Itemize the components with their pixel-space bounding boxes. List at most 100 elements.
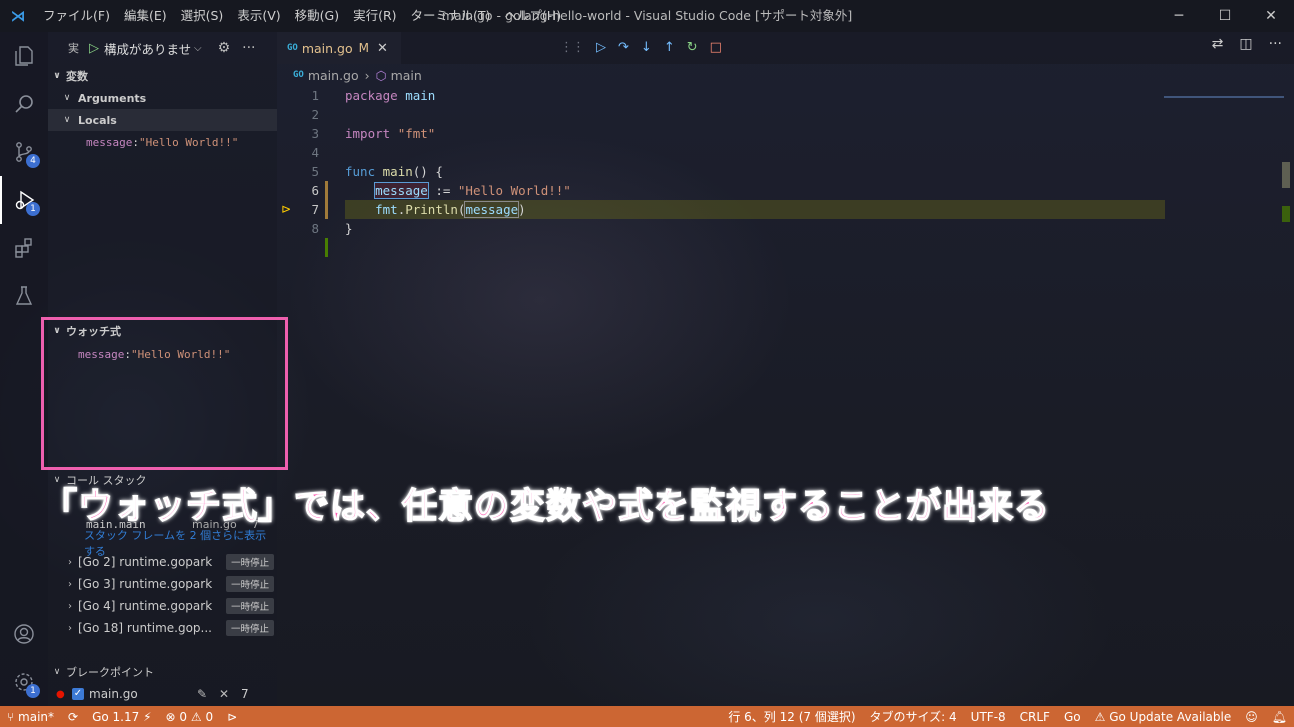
accounts-icon[interactable] [0, 610, 48, 658]
warning-icon: ⚠ [1094, 709, 1106, 724]
maximize-button[interactable]: ☐ [1202, 0, 1248, 32]
chevron-down-icon: ∨ [53, 667, 61, 677]
drag-handle-icon[interactable]: ⋮⋮ [560, 40, 585, 55]
line-number: 3 [311, 126, 319, 141]
breakpoint-item[interactable]: ● ✓ main.go ✎ ✕ 7 [48, 683, 277, 705]
go-update-item[interactable]: ⚠ Go Update Available [1088, 710, 1239, 724]
tab-size[interactable]: タブのサイズ: 4 [863, 708, 964, 725]
open-changes-icon[interactable]: ⇄ [1212, 36, 1224, 52]
menu-help[interactable]: ヘルプ(H) [497, 0, 568, 32]
continue-icon[interactable]: ▷ [596, 40, 606, 55]
debug-config-bar: 実 ▷ 構成がありませ ⌵ ⚙ ··· [48, 32, 277, 64]
goroutine-row[interactable]: › [Go 4] runtime.gopark 一時停止 [48, 595, 277, 617]
code-line[interactable]: 3 import "fmt" [277, 124, 1177, 143]
step-into-icon[interactable]: ↓ [641, 40, 652, 55]
source-control-icon[interactable]: 4 [0, 128, 48, 176]
annotation-caption: 「ウォッチ式」では、任意の変数や式を監視することが出来る [41, 486, 1051, 527]
code-line[interactable]: 1 package main [277, 86, 1177, 105]
menu-run[interactable]: 実行(R) [346, 0, 403, 32]
close-window-button[interactable]: ✕ [1248, 0, 1294, 32]
extensions-icon[interactable] [0, 224, 48, 272]
goroutine-row[interactable]: › [Go 3] runtime.gopark 一時停止 [48, 573, 277, 595]
step-over-icon[interactable]: ↷ [618, 40, 629, 55]
breadcrumb-file[interactable]: main.go [308, 68, 359, 83]
chevron-down-icon: ∨ [53, 71, 61, 81]
close-tab-icon[interactable]: ✕ [377, 41, 388, 56]
branch-item[interactable]: ⑂ main* [0, 710, 61, 724]
start-debugging-icon[interactable]: ▷ [89, 41, 99, 56]
go-file-icon: GO [287, 43, 298, 53]
function-symbol-icon: ⬡ [375, 67, 387, 83]
more-actions-icon[interactable]: ··· [1269, 36, 1282, 52]
goroutine-label: [Go 18] runtime.gop... [78, 621, 212, 635]
notifications-bell-icon[interactable]: 🔔︎ [1265, 710, 1294, 724]
code-line[interactable]: 4 [277, 143, 1177, 162]
variable-name: message [86, 135, 133, 149]
paused-badge: 一時停止 [226, 620, 275, 636]
problems-item[interactable]: ⊗ 0 ⚠ 0 [159, 710, 221, 724]
line-number: 6 [311, 183, 319, 198]
breakpoints-section-header[interactable]: ∨ ブレークポイント [48, 661, 277, 683]
variable-item[interactable]: message : "Hello World!!" [48, 131, 277, 153]
chevron-down-icon[interactable]: ⌵ [194, 43, 202, 54]
menu-terminal[interactable]: ターミナル(T) [404, 0, 498, 32]
minimap[interactable] [1164, 96, 1284, 98]
code-text: message := "Hello World!!" [374, 182, 571, 199]
minimize-button[interactable]: ─ [1156, 0, 1202, 32]
more-actions-icon[interactable]: ··· [242, 40, 255, 56]
goroutine-row[interactable]: › [Go 18] runtime.gop... 一時停止 [48, 617, 277, 639]
code-line[interactable]: 7 fmt.Println(message) [277, 200, 1177, 219]
launch-config-select[interactable]: 構成がありませ [104, 39, 192, 58]
menu-bar: ファイル(F) 編集(E) 選択(S) 表示(V) 移動(G) 実行(R) ター… [36, 0, 568, 32]
line-number: 1 [311, 88, 319, 103]
encoding[interactable]: UTF-8 [964, 710, 1013, 724]
open-launch-json-icon[interactable]: ⚙ [218, 40, 231, 56]
split-editor-icon[interactable]: ◫ [1239, 36, 1252, 52]
stop-icon[interactable]: □ [710, 40, 722, 55]
restart-icon[interactable]: ↻ [687, 40, 698, 55]
error-icon: ⊗ [165, 709, 176, 724]
sync-icon[interactable]: ⟳ [61, 710, 85, 724]
breadcrumb: GO main.go › ⬡ main [277, 64, 422, 86]
breakpoint-file: main.go [89, 687, 138, 701]
menu-selection[interactable]: 選択(S) [174, 0, 231, 32]
cursor-position[interactable]: 行 6、列 12 (7 個選択) [721, 708, 862, 725]
explorer-icon[interactable] [0, 32, 48, 80]
line-number: 7 [311, 202, 319, 217]
locals-scope[interactable]: ∨ Locals [48, 109, 277, 131]
settings-gear-icon[interactable]: 1 [0, 658, 48, 706]
warning-icon: ⚠ [190, 709, 202, 724]
remove-breakpoint-icon[interactable]: ✕ [219, 687, 241, 701]
breakpoint-enabled-checkbox[interactable]: ✓ [72, 688, 84, 700]
menu-file[interactable]: ファイル(F) [36, 0, 117, 32]
code-line[interactable]: 2 [277, 105, 1177, 124]
search-icon[interactable] [0, 80, 48, 128]
go-version-item[interactable]: Go 1.17 ⚡ [85, 710, 158, 724]
variables-section-header[interactable]: ∨ 変数 [48, 65, 277, 87]
code-line[interactable]: 6 message := "Hello World!!" [277, 181, 1177, 200]
goroutine-label: [Go 3] runtime.gopark [78, 577, 213, 591]
code-text: } [345, 221, 353, 236]
breadcrumb-symbol[interactable]: main [391, 68, 422, 83]
run-debug-icon[interactable]: 1 [0, 176, 48, 224]
arguments-scope[interactable]: ∨ Arguments [48, 87, 277, 109]
chevron-right-icon: › [68, 556, 72, 568]
line-ending[interactable]: CRLF [1013, 710, 1057, 724]
menu-edit[interactable]: 編集(E) [117, 0, 174, 32]
tab-main-go[interactable]: GO main.go M ✕ [277, 32, 401, 64]
feedback-icon[interactable]: ☺ [1238, 710, 1265, 724]
code-line[interactable]: 8} [277, 219, 1177, 238]
debug-status-icon[interactable]: ⊳ [220, 710, 244, 724]
language-mode[interactable]: Go [1057, 710, 1088, 724]
code-line[interactable]: 5 func main() { [277, 162, 1177, 181]
menu-go[interactable]: 移動(G) [288, 0, 346, 32]
chevron-down-icon: ∨ [63, 93, 71, 103]
menu-view[interactable]: 表示(V) [230, 0, 287, 32]
goroutine-label: [Go 2] runtime.gopark [78, 555, 213, 569]
goroutine-row[interactable]: › [Go 2] runtime.gopark 一時停止 [48, 551, 277, 573]
step-out-icon[interactable]: ↑ [664, 40, 675, 55]
editor-tabs: GO main.go M ✕ [277, 32, 1294, 64]
testing-icon[interactable] [0, 272, 48, 320]
paused-badge: 一時停止 [226, 576, 275, 592]
edit-breakpoint-icon[interactable]: ✎ [197, 687, 219, 701]
